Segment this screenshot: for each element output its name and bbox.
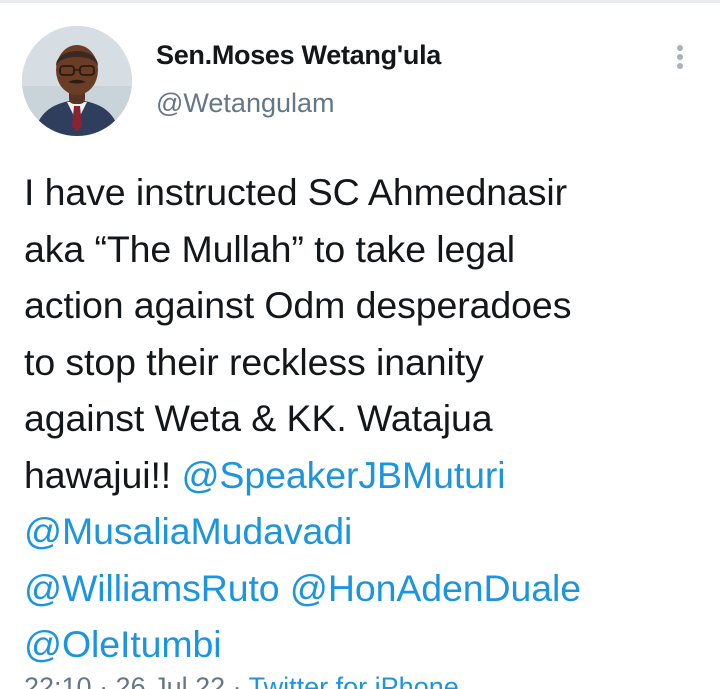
tweet-text-line: aka “The Mullah” to take legal: [24, 221, 704, 278]
tweet-text-line: @WilliamsRuto @HonAdenDuale: [24, 560, 704, 617]
mention-link[interactable]: @HonAdenDuale: [290, 567, 581, 609]
tweet-text-line: action against Odm desperadoes: [24, 277, 704, 334]
tweet-text: I have instructed SC Ahmednasir aka “The …: [24, 164, 704, 673]
tweet-text-segment: [280, 567, 290, 609]
author-display-name[interactable]: Sen.Moses Wetang'ula: [156, 40, 441, 71]
tweet-source[interactable]: Twitter for iPhone: [249, 672, 459, 689]
mention-link[interactable]: @WilliamsRuto: [24, 567, 280, 609]
tweet-text-segment: I have instructed SC Ahmednasir: [24, 171, 568, 213]
top-divider: [0, 0, 720, 3]
mention-link[interactable]: @OleItumbi: [24, 623, 222, 665]
tweet-text-line: against Weta & KK. Watajua: [24, 390, 704, 447]
tweet-meta: 22:10 · 26 Jul 22 · Twitter for iPhone: [24, 672, 459, 689]
author-avatar[interactable]: [22, 26, 132, 136]
tweet-text-segment: against Weta & KK. Watajua: [24, 397, 493, 439]
tweet-timestamp[interactable]: 22:10 · 26 Jul 22 ·: [24, 672, 249, 689]
profile-photo-icon: [22, 26, 132, 136]
vertical-ellipsis-icon: [666, 45, 694, 69]
tweet-text-line: hawajui!! @SpeakerJBMuturi: [24, 447, 704, 504]
mention-link[interactable]: @SpeakerJBMuturi: [181, 454, 505, 496]
tweet-text-segment: to stop their reckless inanity: [24, 340, 484, 383]
tweet-text-line: @OleItumbi: [24, 616, 704, 673]
tweet-text-line: I have instructed SC Ahmednasir: [24, 164, 704, 221]
mention-link[interactable]: @MusaliaMudavadi: [24, 510, 352, 552]
more-options-button[interactable]: [666, 42, 694, 76]
author-handle[interactable]: @Wetangulam: [156, 88, 335, 119]
tweet-text-segment: aka “The Mullah” to take legal: [24, 227, 516, 270]
tweet-text-segment: action against Odm desperadoes: [24, 284, 572, 326]
tweet-text-line: @MusaliaMudavadi: [24, 503, 704, 560]
tweet-text-segment: hawajui!!: [24, 453, 182, 496]
tweet-text-line: to stop their reckless inanity: [24, 334, 704, 391]
